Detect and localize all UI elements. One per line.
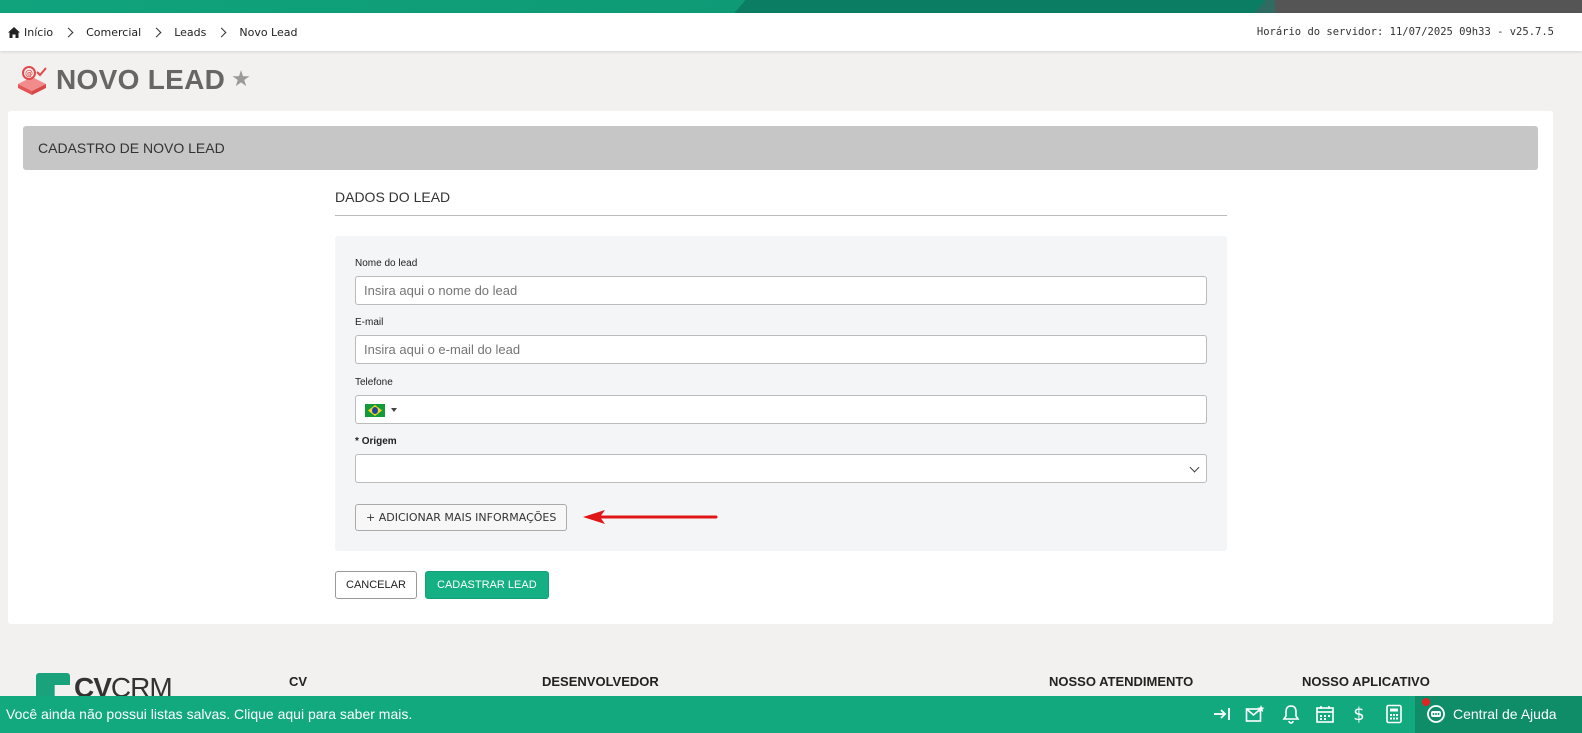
brazil-flag-icon[interactable] [365, 404, 385, 417]
lead-email-input[interactable] [355, 335, 1207, 364]
required-mark: * [355, 436, 359, 447]
lead-form-panel: Nome do lead E-mail Telefone * Origem + … [335, 236, 1227, 551]
breadcrumb-label: Início [24, 26, 54, 39]
svg-text:@: @ [25, 69, 33, 78]
help-center-label: Central de Ajuda [1453, 706, 1557, 722]
favorite-star-icon[interactable]: ★ [231, 69, 251, 91]
home-icon [8, 27, 20, 38]
status-bar: Você ainda não possui listas salvas. Cli… [0, 696, 1582, 733]
breadcrumb-item-novo-lead: Novo Lead [239, 26, 298, 39]
breadcrumb-bar: Início Comercial Leads Novo Lead Horário… [0, 13, 1582, 51]
calendar-icon[interactable] [1315, 704, 1335, 724]
breadcrumb: Início Comercial Leads Novo Lead [8, 26, 297, 39]
breadcrumb-item-leads[interactable]: Leads [174, 26, 206, 39]
card-header: CADASTRO DE NOVO LEAD [23, 126, 1538, 170]
origin-label: * Origem [355, 436, 397, 447]
server-time: Horário do servidor: 11/07/2025 09h33 - … [1256, 26, 1554, 38]
calculator-icon[interactable] [1384, 704, 1404, 724]
form-card: CADASTRO DE NOVO LEAD DADOS DO LEAD Nome… [8, 111, 1553, 624]
page-title: NOVO LEAD [56, 64, 226, 95]
section-title: DADOS DO LEAD [335, 189, 1227, 216]
annotation-arrow-icon [583, 510, 718, 524]
name-label: Nome do lead [355, 258, 418, 269]
footer-column-aplicativo: NOSSO APLICATIVO [1302, 674, 1430, 689]
caret-down-icon[interactable] [391, 408, 397, 412]
cancel-button[interactable]: CANCELAR [335, 571, 417, 599]
add-more-info-button[interactable]: + ADICIONAR MAIS INFORMAÇÕES [355, 504, 568, 531]
top-color-band [0, 0, 1582, 13]
chevron-right-icon [216, 27, 227, 38]
footer-column-desenvolvedor: DESENVOLVEDOR [542, 674, 659, 689]
mail-star-icon[interactable] [1245, 704, 1265, 724]
phone-label: Telefone [355, 377, 393, 388]
notification-dot [1422, 698, 1430, 706]
lead-module-icon: @ [18, 66, 47, 95]
card-header-title: CADASTRO DE NOVO LEAD [38, 140, 225, 156]
collapse-right-icon[interactable] [1212, 704, 1232, 724]
help-center-button[interactable]: Central de Ajuda [1415, 696, 1582, 733]
breadcrumb-item-inicio[interactable]: Início [8, 26, 53, 39]
footer-column-cv: CV [289, 674, 308, 689]
chevron-down-icon [1189, 462, 1200, 473]
phone-input[interactable] [355, 395, 1207, 424]
lead-name-input[interactable] [355, 276, 1207, 305]
chevron-right-icon [151, 27, 162, 38]
svg-text:$: $ [1353, 704, 1364, 724]
footer-column-atendimento: NOSSO ATENDIMENTO [1049, 674, 1194, 689]
chevron-right-icon [63, 27, 74, 38]
breadcrumb-item-comercial[interactable]: Comercial [86, 26, 141, 39]
email-label: E-mail [355, 317, 384, 328]
register-lead-button[interactable]: CADASTRAR LEAD [425, 571, 549, 599]
origin-label-text: Origem [361, 436, 397, 447]
page-header: @ NOVO LEAD ★ [16, 64, 251, 96]
saved-lists-message[interactable]: Você ainda não possui listas salvas. Cli… [6, 706, 412, 722]
dollar-icon[interactable]: $ [1349, 704, 1369, 724]
chat-icon [1427, 705, 1445, 723]
origin-select[interactable] [355, 454, 1207, 483]
bell-icon[interactable] [1281, 704, 1301, 724]
